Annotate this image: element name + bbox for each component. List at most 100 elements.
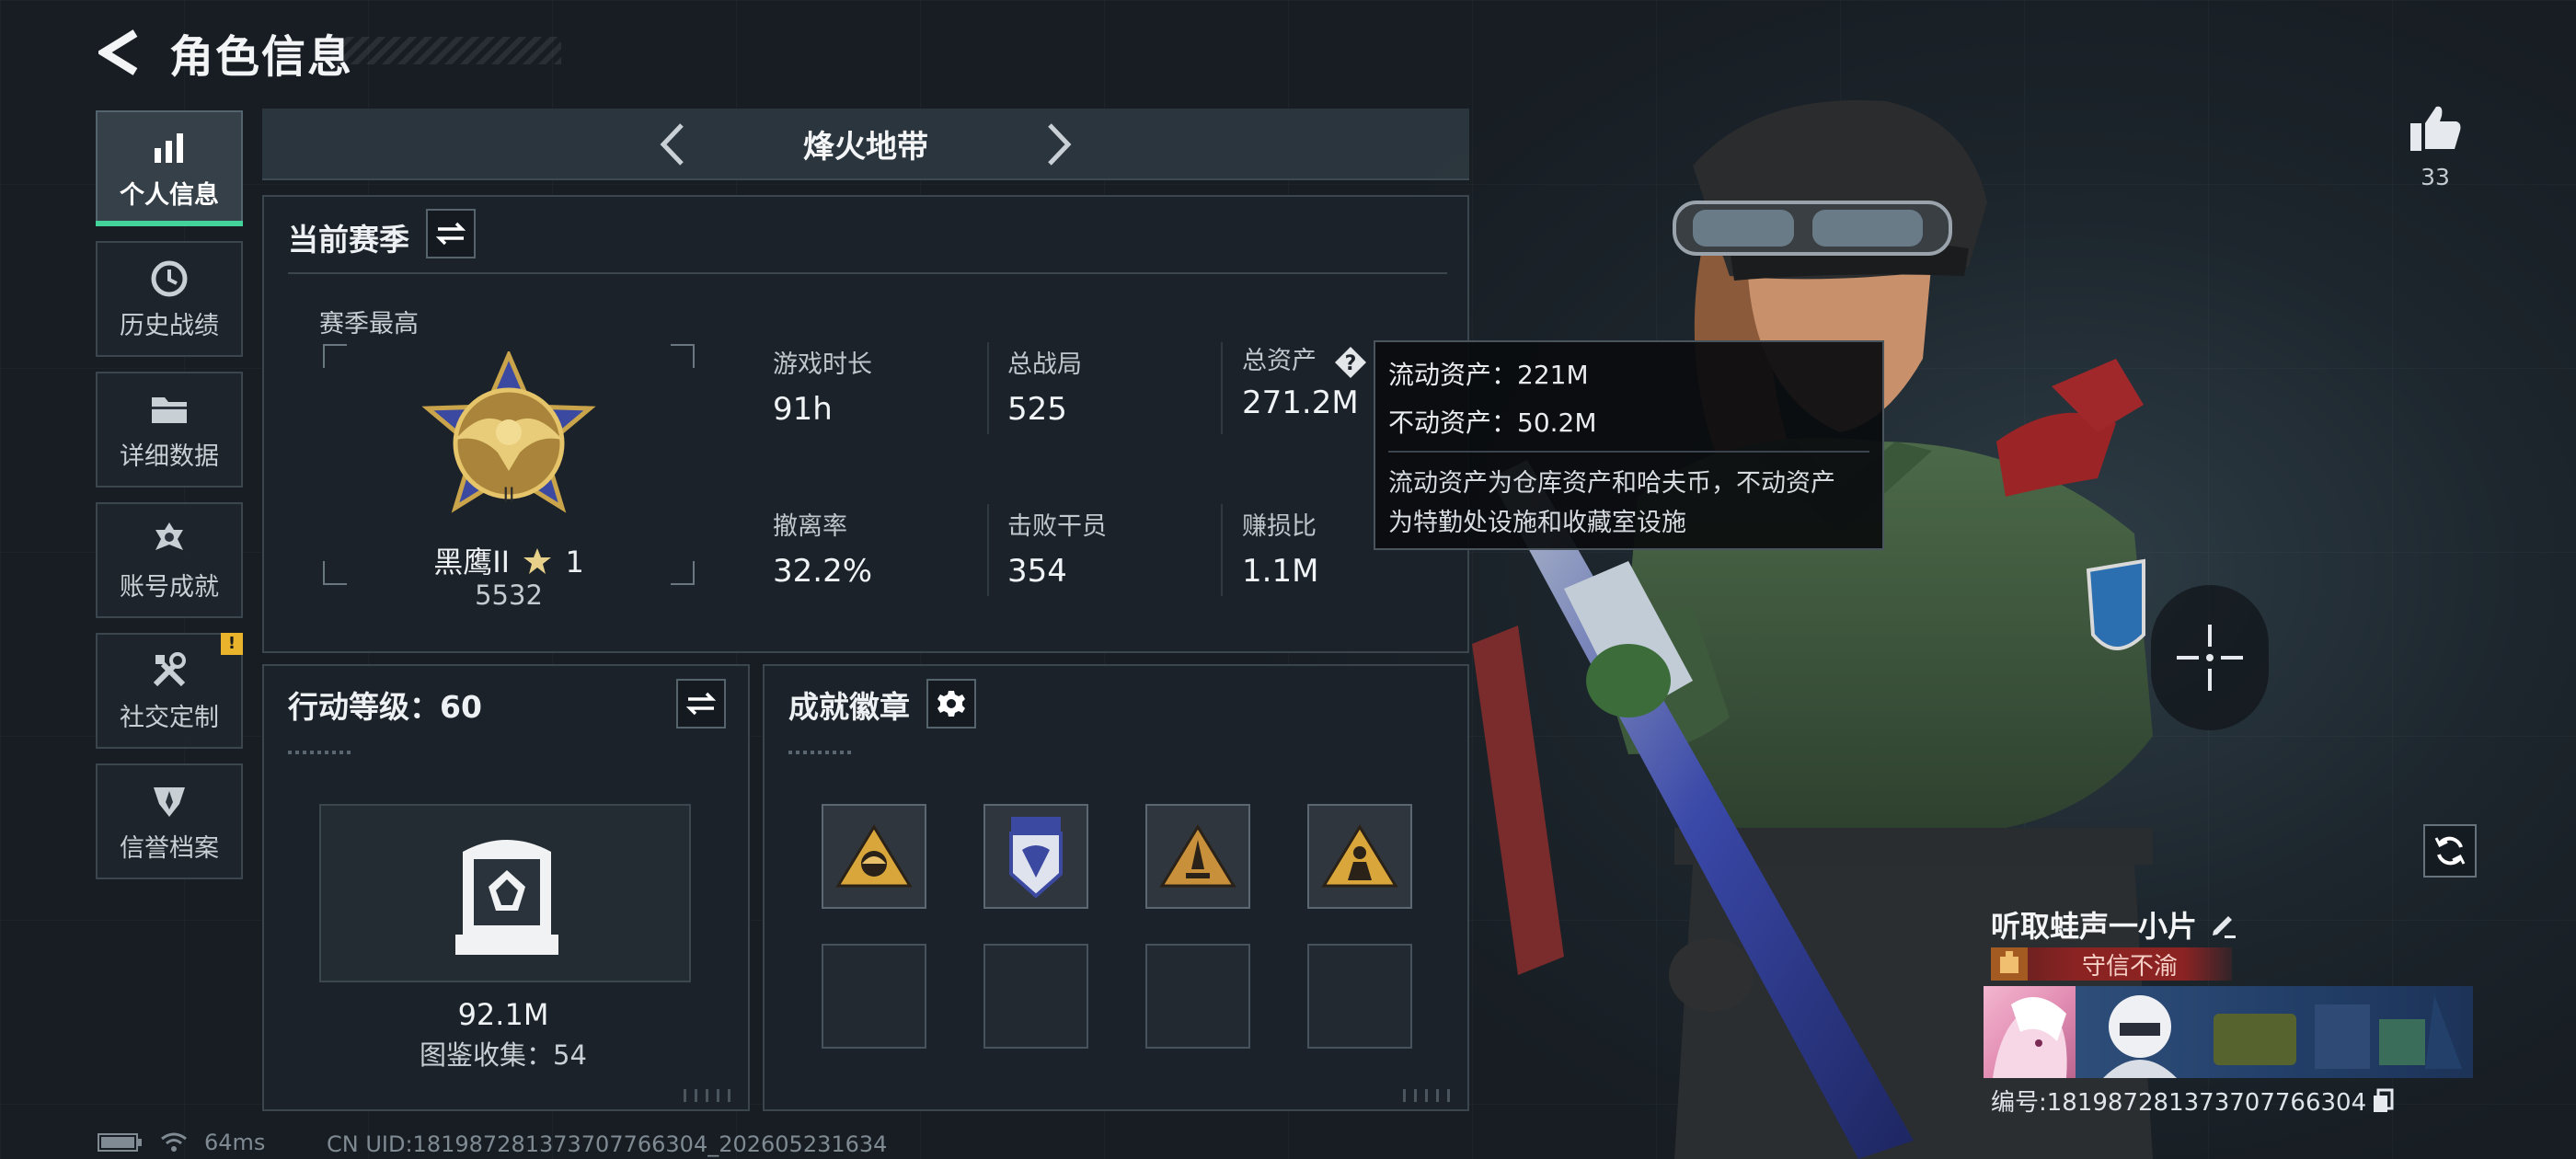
rank-score: 5532 — [475, 580, 543, 611]
title-decoration — [331, 37, 561, 64]
aim-view-button[interactable] — [2151, 585, 2269, 730]
action-level-panel: 行动等级：60 92.1M 图鉴收集：54 — [262, 664, 750, 1111]
page-header: 角色信息 — [92, 20, 353, 85]
nav-item-social-custom[interactable]: ! 社交定制 — [96, 633, 243, 749]
swap-icon — [436, 222, 466, 246]
collection-card[interactable] — [319, 804, 691, 982]
achievement-icon — [148, 519, 190, 561]
season-best-label: 赛季最高 — [319, 310, 419, 339]
help-button[interactable]: ? — [1334, 346, 1367, 379]
season-panel: 当前赛季 赛季最高 II 黑鹰II 1 5532 游戏时长 91h 总战局 52… — [262, 195, 1469, 653]
crosshair-icon — [2177, 625, 2243, 691]
tooltip-desc-line: 流动资产为仓库资产和哈夫币，不动资产 — [1388, 469, 1835, 498]
badge-slot-1[interactable] — [822, 804, 926, 909]
copy-id-button[interactable] — [2372, 1088, 2394, 1114]
corner-decoration — [684, 1089, 739, 1102]
badge-slot-4[interactable] — [1307, 804, 1412, 909]
badge-slot-6[interactable] — [983, 944, 1088, 1049]
divider — [288, 751, 352, 754]
stat-total-assets: 总资产 ? 271.2M — [1242, 340, 1367, 421]
page-title: 角色信息 — [169, 31, 354, 83]
stat-value: 354 — [1007, 553, 1067, 590]
stat-value: 32.2% — [773, 553, 873, 590]
divider — [987, 342, 989, 434]
rotate-model-button[interactable] — [2423, 824, 2477, 878]
rank-stars: 1 — [565, 545, 584, 580]
nav-label: 信誉档案 — [120, 833, 219, 863]
nav-item-credit-record[interactable]: 信誉档案 — [96, 763, 243, 879]
chevron-left-icon — [660, 123, 684, 166]
like-button[interactable]: 33 — [2403, 103, 2467, 190]
rank-name: 黑鹰II — [433, 545, 511, 580]
stat-value: 91h — [773, 391, 833, 428]
question-icon: ? — [1334, 346, 1366, 378]
client-uid: CN UID:1819872813737077663​04_2026052316… — [327, 1131, 888, 1157]
pencil-icon — [2213, 916, 2237, 938]
stat-value: 525 — [1007, 391, 1067, 428]
mode-prev-button[interactable] — [649, 121, 695, 167]
rocket-triangle-emblem-icon — [1159, 824, 1236, 888]
stat-label: 撤离率 — [773, 512, 847, 541]
stat-label: 击败干员 — [1007, 512, 1107, 541]
nickname: 听取蛙声一小片 — [1991, 909, 2198, 944]
collection-count: 图鉴收集：54 — [420, 1039, 587, 1071]
badge-slot-3[interactable] — [1145, 804, 1250, 909]
avatar — [1984, 986, 2076, 1078]
like-count: 33 — [2421, 164, 2450, 190]
badge-slot-7[interactable] — [1145, 944, 1250, 1049]
action-switch-button[interactable] — [676, 679, 726, 729]
action-value: 92.1M — [457, 997, 549, 1032]
tools-icon — [148, 649, 190, 692]
divider — [987, 504, 989, 596]
nav-item-detailed-data[interactable]: 详细数据 — [96, 372, 243, 488]
corner-decoration — [1403, 1089, 1458, 1102]
badge-slot-2[interactable] — [983, 804, 1088, 909]
mode-selector: 烽火地带 — [262, 109, 1469, 180]
stat-label: 总资产 ? — [1242, 340, 1367, 379]
profile-banner[interactable] — [1984, 986, 2473, 1078]
player-id-row: 编号:1819872813737077663​04 — [1991, 1084, 2394, 1118]
history-clock-icon — [148, 258, 190, 300]
bar-chart-icon — [148, 127, 190, 169]
shield-badge-icon — [148, 780, 190, 822]
nav-label: 社交定制 — [120, 703, 219, 732]
nav-item-personal-info[interactable]: 个人信息 — [96, 110, 243, 226]
mode-next-button[interactable] — [1037, 121, 1083, 167]
divider — [288, 272, 1447, 274]
season-title: 当前赛季 — [288, 222, 409, 258]
edit-name-button[interactable] — [2210, 911, 2237, 938]
stat-total-matches: 总战局 525 — [1007, 344, 1082, 428]
nav-item-history[interactable]: 历史战绩 — [96, 241, 243, 357]
mode-title: 烽火地带 — [803, 128, 928, 166]
tooltip-fixed-assets: 不动资产：50.2M — [1388, 407, 1597, 438]
gear-icon — [937, 691, 965, 717]
nav-item-account-achievements[interactable]: 账号成就 — [96, 502, 243, 618]
stat-value: 271.2M — [1242, 384, 1359, 421]
badges-title: 成就徽章 — [788, 689, 910, 725]
nav-label: 账号成就 — [120, 572, 219, 602]
alert-badge: ! — [221, 633, 243, 655]
badge-slot-8[interactable] — [1307, 944, 1412, 1049]
back-button[interactable] — [92, 25, 147, 80]
wifi-icon — [161, 1132, 187, 1152]
divider — [1388, 451, 1869, 453]
action-level-title: 行动等级：60 — [288, 689, 482, 725]
badge-slot-5[interactable] — [822, 944, 926, 1049]
stat-value: 1.1M — [1242, 553, 1319, 590]
title-badge[interactable]: 守信不渝 — [1991, 947, 2232, 981]
stat-label: 赚损比 — [1242, 512, 1317, 541]
swap-icon — [686, 692, 716, 716]
assets-tooltip: 流动资产：221M 不动资产：50.2M 流动资产为仓库资产和哈夫币，不动资产 … — [1374, 340, 1884, 550]
star-icon — [523, 548, 552, 574]
banner-image — [2076, 986, 2473, 1078]
copy-icon — [2374, 1088, 2394, 1112]
back-arrow-icon — [98, 29, 138, 75]
badges-settings-button[interactable] — [926, 679, 976, 729]
season-switch-button[interactable] — [426, 209, 476, 258]
tooltip-description: 流动资产为仓库资产和哈夫币，不动资产 为特勤处设施和收藏室设施 — [1388, 464, 1869, 543]
chevron-right-icon — [1048, 123, 1072, 166]
stat-extract-rate: 撤离率 32.2% — [773, 506, 872, 590]
player-id: 编号:1819872813737077663​04 — [1991, 1089, 2367, 1117]
divider — [788, 751, 853, 754]
side-nav: 个人信息 历史战绩 详细数据 账号成就 ! 社交定制 信誉档案 — [96, 110, 243, 894]
